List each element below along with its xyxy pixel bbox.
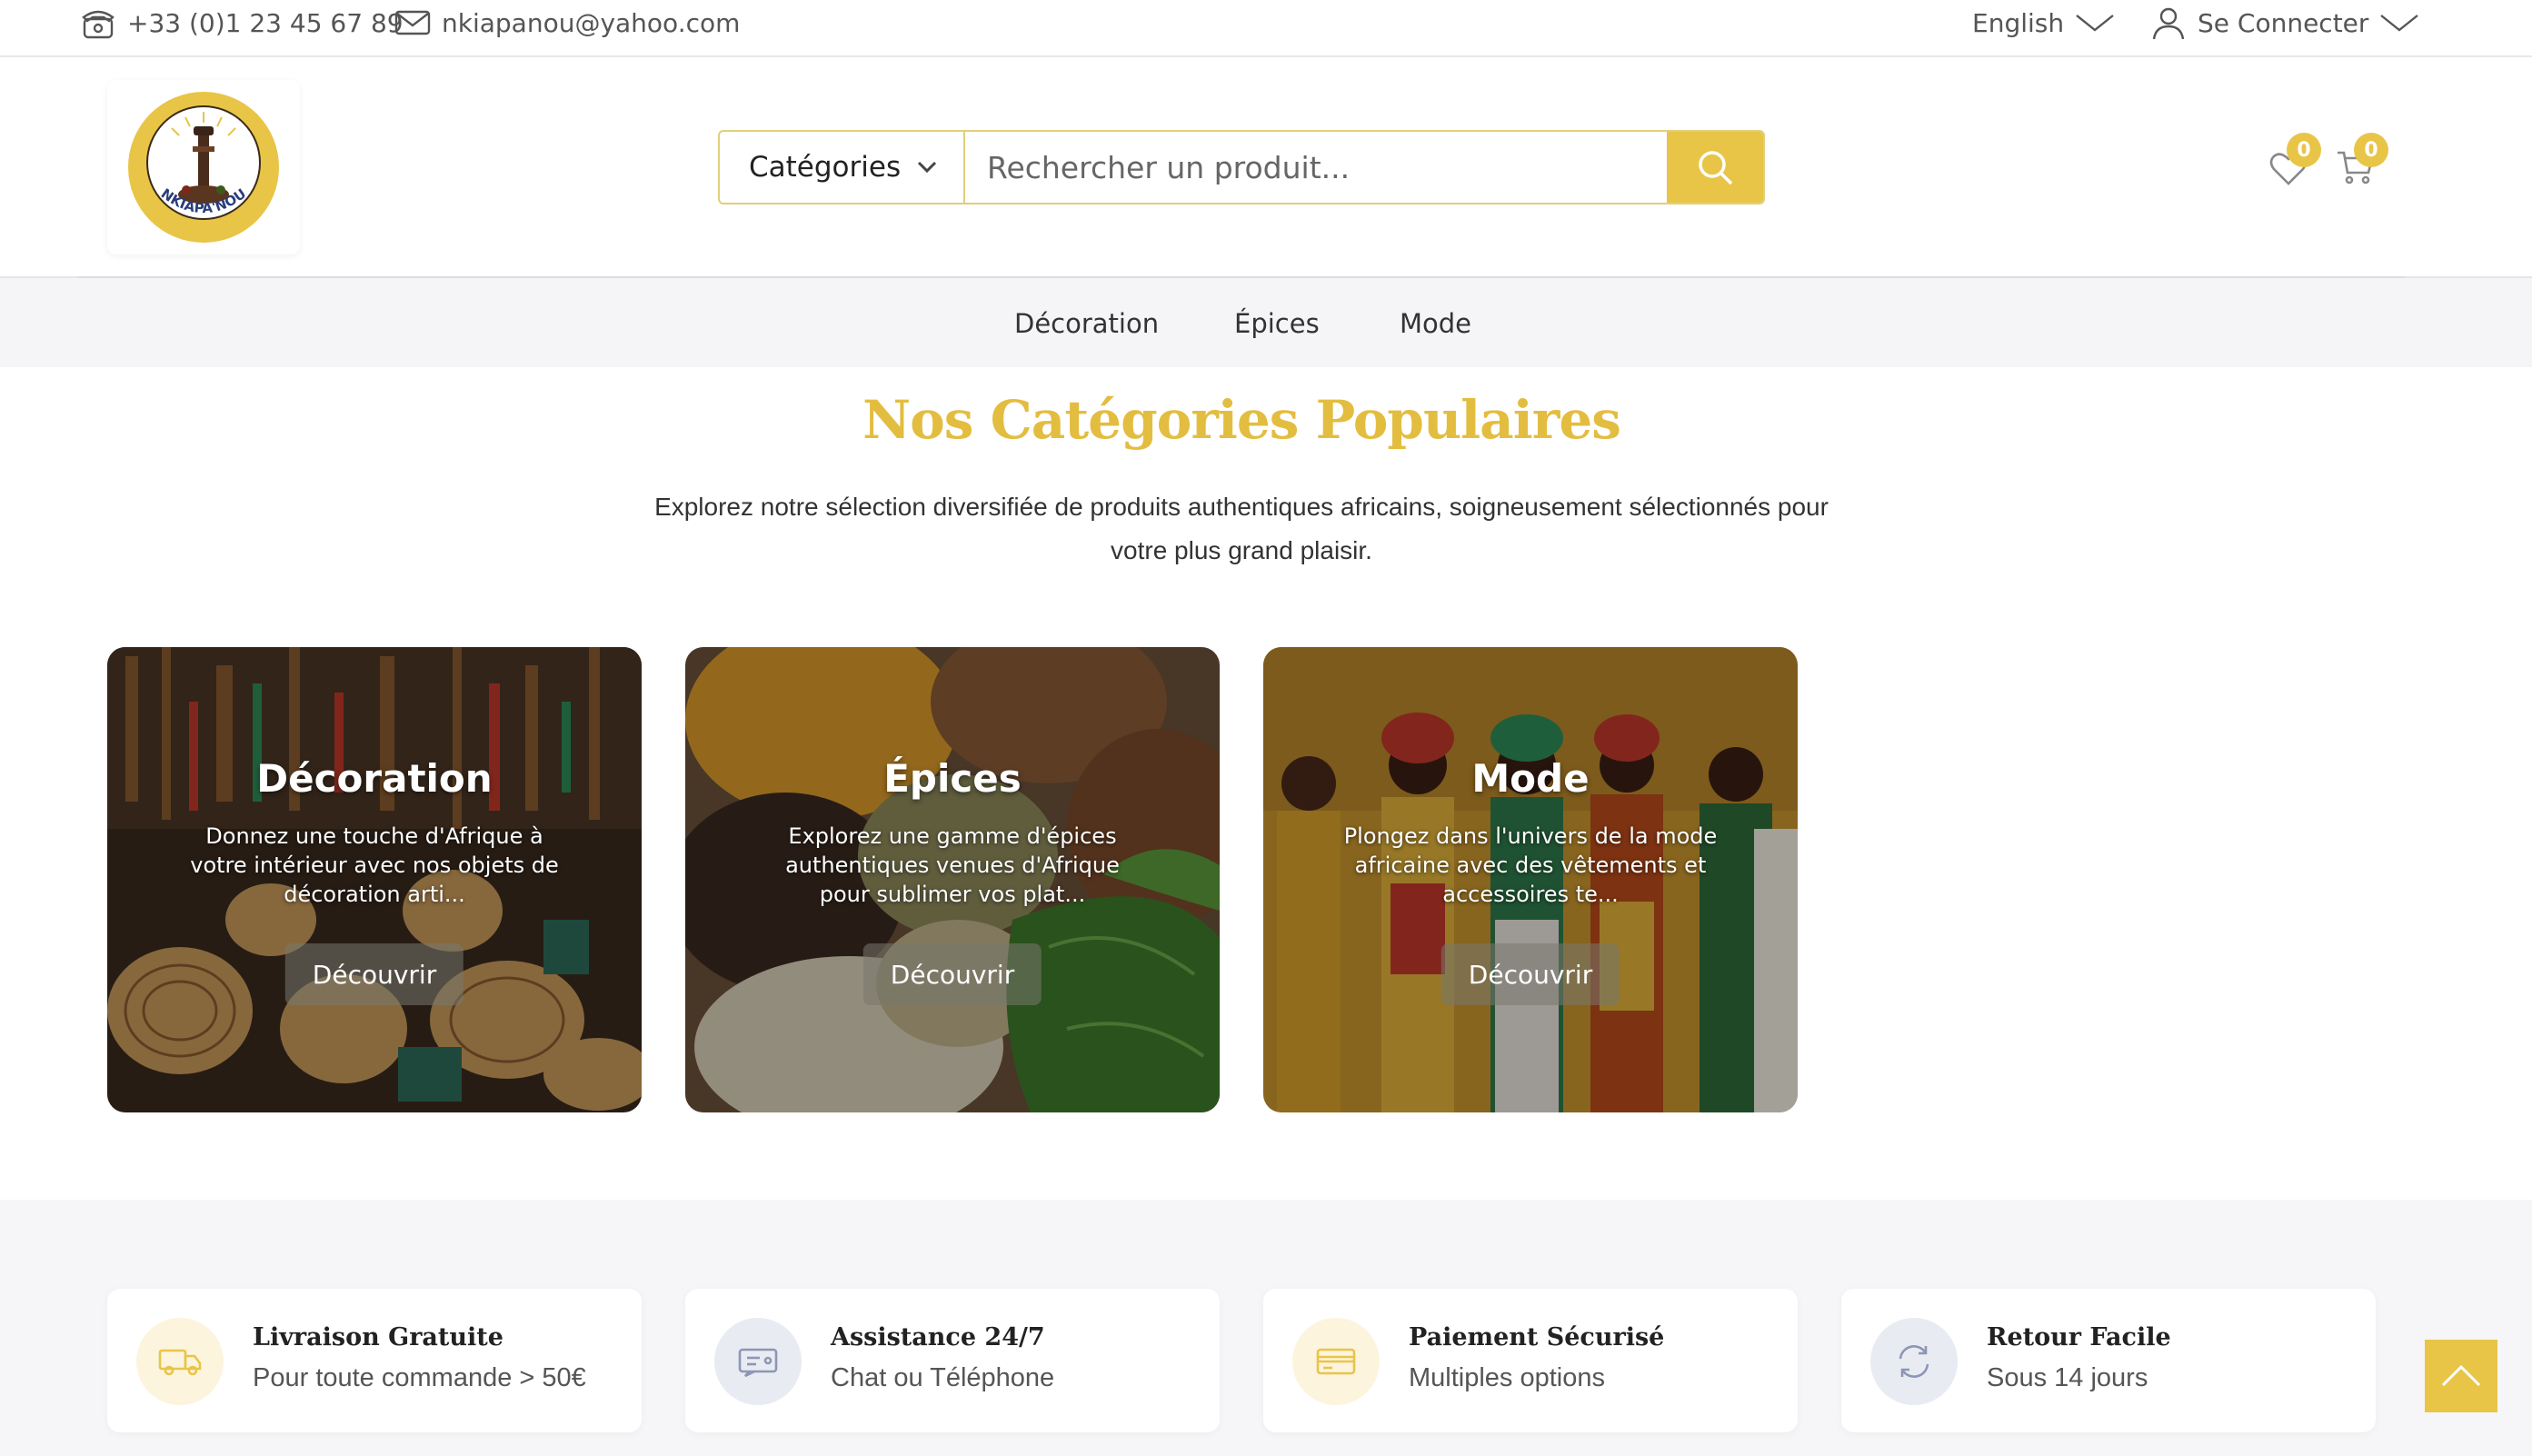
wishlist-count-badge: 0	[2287, 133, 2321, 167]
phone-number: +33 (0)1 23 45 67 89	[127, 7, 404, 38]
feature-subtitle: Sous 14 jours	[1987, 1363, 2148, 1392]
phone-icon	[82, 10, 115, 39]
logo-emblem: NKIAPA'NOU	[128, 92, 279, 243]
feature-title: Paiement Sécurisé	[1409, 1323, 1665, 1351]
discover-button[interactable]: Découvrir	[1440, 943, 1620, 1005]
section-title: Nos Catégories Populaires	[862, 389, 1621, 451]
discover-button[interactable]: Découvrir	[862, 943, 1042, 1005]
feature-secure-payment: Paiement Sécurisé Multiples options	[1263, 1289, 1798, 1432]
user-icon	[2152, 7, 2185, 40]
refresh-icon	[1899, 1345, 1929, 1378]
search-icon	[1699, 151, 1733, 185]
nav-item-decoration[interactable]: Décoration	[1014, 278, 1159, 369]
section-description: Explorez notre sélection diversifiée de …	[654, 493, 1829, 564]
feature-support: Assistance 24/7 Chat ou Téléphone	[685, 1289, 1220, 1432]
mail-icon	[394, 10, 431, 35]
category-dropdown-label: Catégories	[749, 151, 902, 184]
chevron-up-icon	[2441, 1364, 2481, 1387]
site-logo[interactable]: NKIAPA'NOU	[107, 80, 300, 254]
card-title: Décoration	[256, 756, 493, 801]
feature-title: Livraison Gratuite	[253, 1323, 503, 1351]
card-icon	[1316, 1348, 1356, 1375]
chevron-down-icon	[917, 161, 937, 174]
card-description: Plongez dans l'univers de la mode africa…	[1343, 823, 1718, 907]
feature-title: Assistance 24/7	[831, 1323, 1045, 1351]
truck-icon	[158, 1349, 202, 1376]
language-label: English	[1972, 7, 2065, 38]
category-dropdown[interactable]: Catégories	[720, 132, 965, 203]
nav-divider	[78, 276, 2405, 278]
chevron-down-icon	[2076, 15, 2114, 32]
email-address: nkiapanou@yahoo.com	[442, 7, 741, 38]
card-title: Épices	[883, 756, 1022, 801]
feature-icon-wrap	[714, 1318, 802, 1405]
chevron-down-icon	[2380, 15, 2419, 32]
category-card-epices[interactable]: Épices Explorez une gamme d'épices authe…	[685, 647, 1220, 1112]
card-title: Mode	[1471, 756, 1590, 801]
email-contact[interactable]: nkiapanou@yahoo.com	[394, 0, 740, 45]
discover-button[interactable]: Découvrir	[284, 943, 464, 1005]
category-card-decoration[interactable]: Décoration Donnez une touche d'Afrique à…	[107, 647, 642, 1112]
card-description: Donnez une touche d'Afrique à votre inté…	[190, 823, 559, 907]
top-bar: +33 (0)1 23 45 67 89 nkiapanou@yahoo.com…	[0, 0, 2532, 57]
feature-free-shipping: Livraison Gratuite Pour toute commande >…	[107, 1289, 642, 1432]
login-label: Se Connecter	[2198, 7, 2369, 38]
feature-title: Retour Facile	[1987, 1323, 2171, 1351]
nav-item-mode[interactable]: Mode	[1400, 278, 1471, 369]
feature-icon-wrap	[136, 1318, 224, 1405]
feature-subtitle: Pour toute commande > 50€	[253, 1363, 586, 1392]
scroll-to-top-button[interactable]	[2425, 1340, 2497, 1412]
language-selector[interactable]: English	[1972, 0, 2115, 45]
cart-button[interactable]: 0	[2336, 133, 2390, 187]
feature-subtitle: Multiples options	[1409, 1363, 1605, 1392]
category-card-mode[interactable]: Mode Plongez dans l'univers de la mode a…	[1263, 647, 1798, 1112]
wishlist-button[interactable]: 0	[2268, 133, 2323, 187]
phone-contact[interactable]: +33 (0)1 23 45 67 89	[80, 0, 404, 45]
login-menu[interactable]: Se Connecter	[2150, 0, 2419, 45]
ticket-icon	[738, 1348, 778, 1377]
nav-item-epices[interactable]: Épices	[1234, 278, 1320, 369]
feature-subtitle: Chat ou Téléphone	[831, 1363, 1055, 1392]
search-input[interactable]	[965, 132, 1667, 203]
search-button[interactable]	[1667, 132, 1763, 203]
search-bar: Catégories	[718, 130, 1765, 204]
cart-count-badge: 0	[2354, 133, 2388, 167]
card-description: Explorez une gamme d'épices authentiques…	[785, 823, 1120, 907]
main-nav: Décoration Épices Mode	[0, 276, 2532, 367]
feature-icon-wrap	[1870, 1318, 1958, 1405]
feature-icon-wrap	[1292, 1318, 1380, 1405]
feature-easy-return: Retour Facile Sous 14 jours	[1841, 1289, 2376, 1432]
